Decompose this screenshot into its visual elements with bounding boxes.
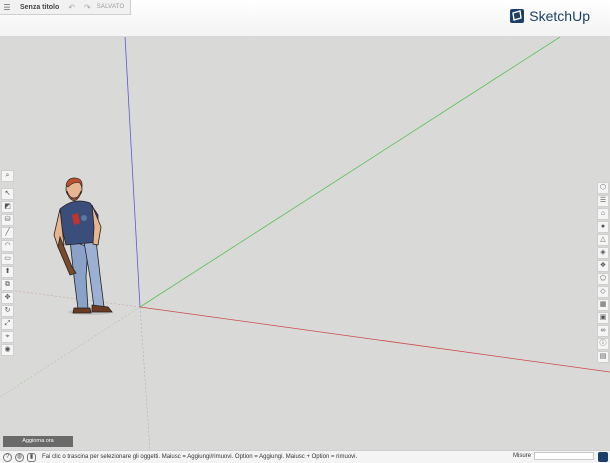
sketchup-logo: SketchUp [509,8,590,24]
materials-icon[interactable]: ● [597,221,609,233]
glasses-icon[interactable]: ∞ [597,325,609,337]
eraser-icon[interactable]: ◩ [1,201,14,213]
measure-label: Misure [513,453,532,459]
status-hint: Fai clic o trascina per selezionare gli … [42,454,358,460]
rotate-icon[interactable]: ↻ [1,305,14,317]
info-icon[interactable]: ⓘ [597,338,609,350]
blue-axis [124,37,141,308]
status-bar: ? ◍ ▮ Fai clic o trascina per selezionar… [0,450,610,463]
tape-measure-icon[interactable]: ⌖ [1,331,14,343]
scenes-icon[interactable]: ❖ [597,260,609,272]
search-icon[interactable]: ⌕ [1,170,14,182]
globe-icon[interactable]: ◍ [15,452,24,462]
modeling-canvas[interactable]: ⌕ ↖ ◩ ⛁ ╱ ◠ ▭ ⬆ ⧉ ✥ ↻ ⤢ ⌖ ◉ ⬡ ☰ ⌂ ● △ ◈ … [0,37,610,450]
top-bar: ☰ Senza titolo ↶ ↷ SALVATO SketchUp [0,0,610,37]
red-axis [139,306,610,373]
right-toolbar: ⬡ ☰ ⌂ ● △ ◈ ❖ ⬠ ◇ ▦ ▣ ∞ ⓘ ▤ [597,182,609,364]
clipboard-icon[interactable]: ▤ [597,351,609,363]
sketchup-logo-icon [510,9,525,23]
undo-icon[interactable]: ↶ [68,3,75,12]
instructor-icon[interactable]: ☰ [597,195,609,207]
blue-axis-dotted [139,306,151,450]
rectangle-icon[interactable]: ▭ [1,253,14,265]
person-figure[interactable] [53,177,113,315]
arc-icon[interactable]: ◠ [1,240,14,252]
left-toolbar: ⌕ ↖ ◩ ⛁ ╱ ◠ ▭ ⬆ ⧉ ✥ ↻ ⤢ ⌖ ◉ [1,170,14,360]
hamburger-menu-icon[interactable]: ☰ [0,3,14,12]
entity-info-icon[interactable]: ⬡ [597,182,609,194]
geo-location-icon[interactable] [598,452,608,462]
select-icon[interactable]: ↖ [1,188,14,200]
layers-icon[interactable]: ◈ [597,247,609,259]
components-icon[interactable]: ⌂ [597,208,609,220]
move-icon[interactable]: ✥ [1,292,14,304]
document-title[interactable]: Senza titolo [20,4,59,11]
shadows-icon[interactable]: ⬠ [597,273,609,285]
line-icon[interactable]: ╱ [1,227,14,239]
scale-icon[interactable]: ⤢ [1,318,14,330]
brand-name: SketchUp [529,8,590,24]
display-icon[interactable]: ◇ [597,286,609,298]
redo-icon[interactable]: ↷ [84,3,91,12]
save-status: SALVATO [96,4,125,10]
paint-bucket-icon[interactable]: ⛁ [1,214,14,226]
title-panel: ☰ Senza titolo ↶ ↷ SALVATO [0,0,131,15]
red-axis-dotted [0,288,141,308]
offset-icon[interactable]: ⧉ [1,279,14,291]
measure-input[interactable] [534,452,594,460]
push-pull-icon[interactable]: ⬆ [1,266,14,278]
mouse-icon[interactable]: ▮ [27,452,36,462]
axes-svg [0,37,610,450]
help-icon[interactable]: ? [3,452,12,462]
outliner-icon[interactable]: ▦ [597,299,609,311]
orbit-icon[interactable]: ◉ [1,344,14,356]
view-icon[interactable]: ▣ [597,312,609,324]
green-axis [139,37,561,308]
update-now-button[interactable]: Aggiorna ora [3,436,73,447]
styles-icon[interactable]: △ [597,234,609,246]
green-axis-dotted [0,306,141,398]
